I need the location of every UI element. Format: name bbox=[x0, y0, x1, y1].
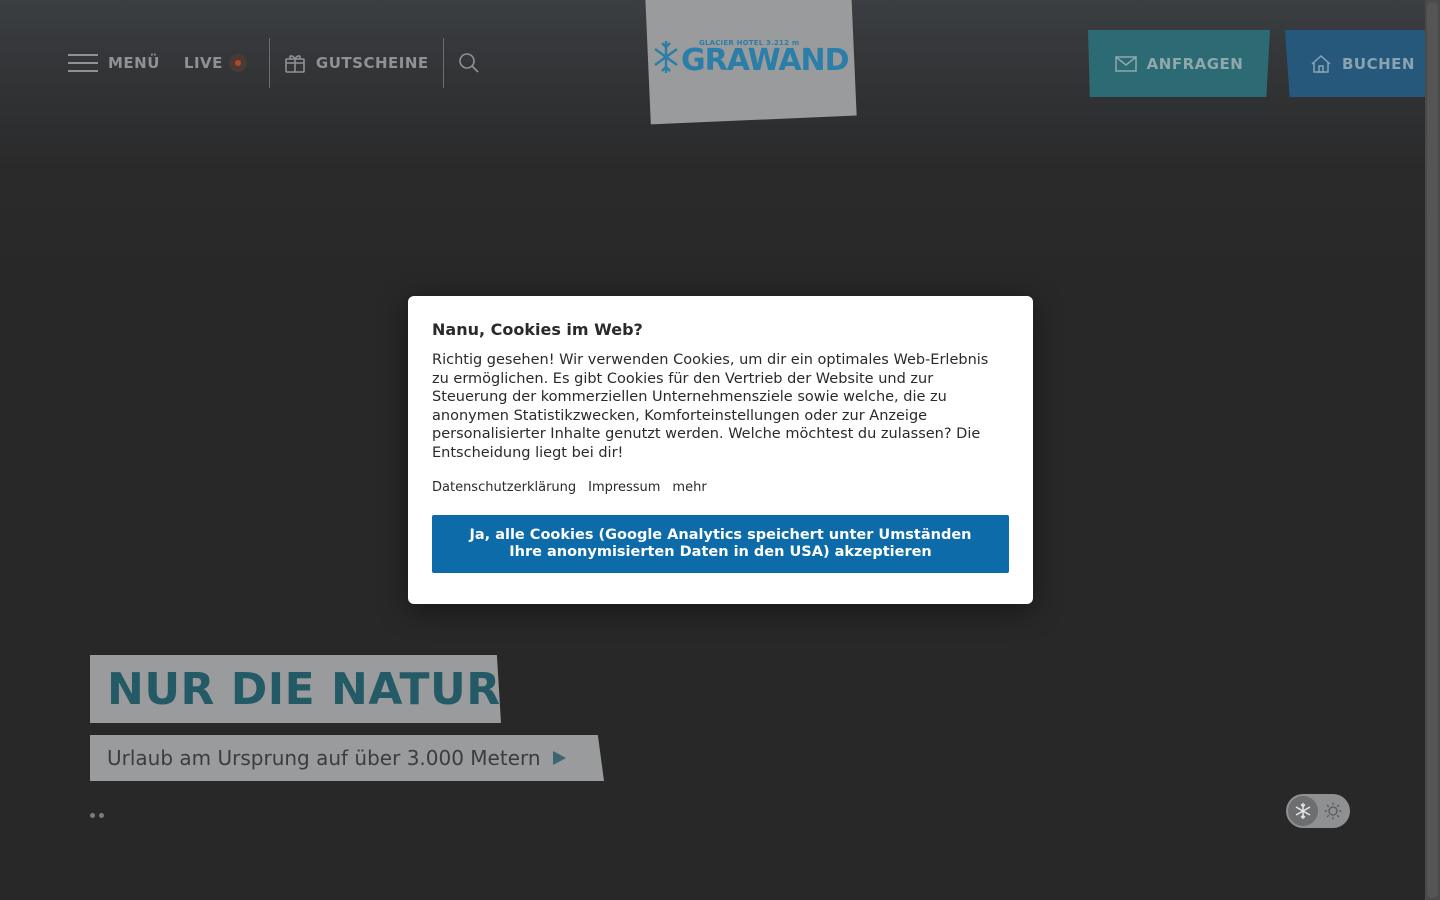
snowflake-icon bbox=[1295, 803, 1311, 819]
hero-subtitle-link[interactable]: Urlaub am Ursprung auf über 3.000 Metern bbox=[90, 735, 604, 781]
accept-all-cookies-button[interactable]: Ja, alle Cookies (Google Analytics speic… bbox=[432, 514, 1009, 573]
inquire-button[interactable]: ANFRAGEN bbox=[1088, 30, 1270, 97]
cookie-dialog-title: Nanu, Cookies im Web? bbox=[432, 320, 643, 339]
imprint-link[interactable]: Impressum bbox=[588, 480, 660, 495]
privacy-policy-link[interactable]: Datenschutzerklärung bbox=[432, 480, 576, 495]
menu-button[interactable]: MENÜ bbox=[68, 38, 160, 88]
inquire-label: ANFRAGEN bbox=[1146, 54, 1244, 73]
hamburger-icon bbox=[68, 54, 98, 72]
search-button[interactable] bbox=[458, 38, 480, 88]
cookie-dialog-text: Richtig gesehen! Wir verwenden Cookies, … bbox=[432, 352, 989, 461]
live-button[interactable]: LIVE bbox=[184, 38, 247, 88]
more-link[interactable]: mehr bbox=[672, 480, 706, 495]
slider-dot[interactable] bbox=[90, 813, 95, 818]
nav-divider bbox=[442, 38, 444, 88]
vouchers-button[interactable]: GUTSCHEINE bbox=[284, 38, 429, 88]
live-label: LIVE bbox=[183, 54, 223, 72]
logo-brand: GRAWAND bbox=[681, 43, 849, 79]
logo: GLACIER HOTEL 3.212 m GRAWAND bbox=[653, 37, 849, 79]
book-button[interactable]: BUCHEN bbox=[1285, 30, 1440, 97]
sun-icon bbox=[1324, 802, 1342, 820]
slider-dot[interactable] bbox=[99, 813, 104, 818]
cookie-consent-dialog: Nanu, Cookies im Web? Richtig gesehen! W… bbox=[408, 296, 1033, 604]
hero-subtitle: Urlaub am Ursprung auf über 3.000 Metern bbox=[107, 746, 541, 770]
home-icon bbox=[1311, 54, 1331, 73]
summer-option[interactable] bbox=[1318, 796, 1348, 826]
book-label: BUCHEN bbox=[1342, 54, 1415, 73]
hero-title-box: NUR DIE NATUR bbox=[90, 655, 501, 723]
slider-dots bbox=[90, 813, 104, 818]
mail-icon bbox=[1114, 55, 1137, 72]
gift-icon bbox=[285, 55, 305, 73]
winter-option[interactable] bbox=[1288, 796, 1318, 826]
scrollbar-thumb[interactable] bbox=[1427, 2, 1438, 898]
live-indicator-icon bbox=[228, 54, 247, 72]
hero-title: NUR DIE NATUR bbox=[107, 663, 501, 715]
header-nav: MENÜ LIVE GUTSCHEINE bbox=[68, 38, 480, 88]
search-icon bbox=[458, 53, 479, 73]
logo-link[interactable]: GLACIER HOTEL 3.212 m GRAWAND bbox=[645, 0, 857, 125]
snowflake-logo-icon bbox=[654, 41, 678, 74]
season-toggle[interactable] bbox=[1286, 794, 1350, 828]
menu-label: MENÜ bbox=[108, 54, 160, 72]
nav-divider bbox=[268, 38, 270, 88]
cookie-dialog-links: Datenschutzerklärung Impressum mehr bbox=[432, 480, 1009, 495]
vouchers-label: GUTSCHEINE bbox=[315, 54, 429, 72]
play-arrow-icon bbox=[552, 751, 566, 765]
page-scrollbar[interactable] bbox=[1425, 0, 1440, 900]
